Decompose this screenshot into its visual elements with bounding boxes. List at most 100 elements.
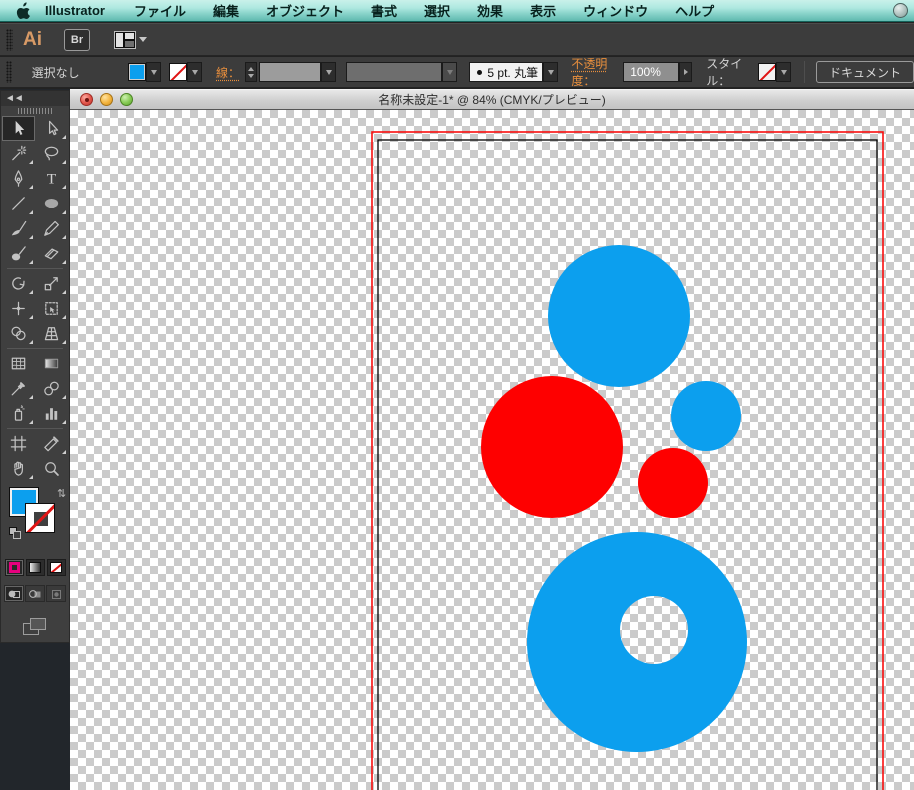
- menu-item-effect[interactable]: 効果: [477, 1, 503, 20]
- tool-paintbrush[interactable]: [2, 216, 35, 241]
- chevron-down-icon: [548, 70, 554, 75]
- tool-zoom[interactable]: [35, 456, 68, 481]
- draw-normal-icon: [7, 588, 21, 600]
- graphic-style-swatch[interactable]: [758, 63, 776, 81]
- tool-free-transform[interactable]: [35, 296, 68, 321]
- tool-shape-builder[interactable]: [2, 321, 35, 346]
- close-button[interactable]: [80, 93, 93, 106]
- menu-item-help[interactable]: ヘルプ: [675, 1, 714, 20]
- tool-width[interactable]: [2, 296, 35, 321]
- document-titlebar[interactable]: 名称未設定-1* @ 84% (CMYK/プレビュー): [70, 89, 914, 110]
- artwork-circle-2[interactable]: [671, 381, 741, 451]
- stroke-panel-link[interactable]: 線：: [216, 64, 240, 81]
- tool-eyedropper[interactable]: [2, 376, 35, 401]
- brush-definition-combo: 5 pt. 丸筆: [469, 62, 558, 82]
- tool-column-graph[interactable]: [35, 401, 68, 426]
- free-transform-icon: [42, 299, 61, 318]
- tool-type[interactable]: T: [35, 166, 68, 191]
- tool-artboard[interactable]: [2, 431, 35, 456]
- opacity-panel-link[interactable]: 不透明度：: [571, 57, 619, 88]
- document-setup-button[interactable]: ドキュメント: [816, 61, 914, 83]
- menu-item-select[interactable]: 選択: [424, 1, 450, 20]
- default-fill-stroke-icon[interactable]: [9, 527, 22, 540]
- tool-slice[interactable]: [35, 431, 68, 456]
- tool-mesh[interactable]: [2, 351, 35, 376]
- menu-item-view[interactable]: 表示: [530, 1, 556, 20]
- draw-normal-button[interactable]: [4, 585, 24, 602]
- flyout-indicator-icon: [62, 395, 66, 399]
- stroke-weight-dropdown-button[interactable]: [321, 62, 336, 82]
- creative-cloud-icon[interactable]: [893, 3, 908, 18]
- menu-item-file[interactable]: ファイル: [134, 1, 186, 20]
- brush-definition-field[interactable]: 5 pt. 丸筆: [469, 62, 543, 82]
- variable-width-profile-dropdown-button[interactable]: [442, 62, 457, 82]
- menu-item-object[interactable]: オブジェクト: [266, 1, 344, 20]
- shape-builder-icon: [9, 324, 28, 343]
- draw-inside-icon: [49, 588, 63, 600]
- stroke-weight-field[interactable]: [259, 62, 321, 82]
- opacity-field[interactable]: 100%: [623, 62, 679, 82]
- tool-blob-brush[interactable]: [2, 241, 35, 266]
- eyedropper-icon: [9, 379, 28, 398]
- tools-panel-grip[interactable]: [1, 106, 69, 116]
- tools-group-separator: [7, 268, 63, 269]
- gradient-button[interactable]: [26, 559, 45, 576]
- arrange-documents-button[interactable]: [114, 31, 147, 49]
- draw-behind-button[interactable]: [25, 585, 45, 602]
- opacity-dropdown-button[interactable]: [679, 62, 692, 82]
- minimize-button[interactable]: [100, 93, 113, 106]
- swap-fill-stroke-icon[interactable]: ⇅: [57, 487, 66, 500]
- tool-eraser[interactable]: [35, 241, 68, 266]
- app-bar-grip[interactable]: [6, 29, 13, 51]
- artwork-circle-3[interactable]: [638, 448, 708, 518]
- tool-ellipse[interactable]: [35, 191, 68, 216]
- variable-width-profile-field[interactable]: [346, 62, 442, 82]
- traffic-lights: [80, 90, 133, 109]
- apple-menu[interactable]: [16, 2, 31, 19]
- tool-perspective-grid[interactable]: [35, 321, 68, 346]
- tool-selection[interactable]: [2, 116, 35, 141]
- artwork-circle-1[interactable]: [481, 376, 623, 518]
- line-segment-icon: [9, 194, 28, 213]
- tool-line-segment[interactable]: [2, 191, 35, 216]
- brush-definition-dropdown-button[interactable]: [543, 62, 558, 82]
- tool-pen[interactable]: [2, 166, 35, 191]
- control-bar-grip[interactable]: [6, 61, 12, 83]
- tools-panel-collapse-button[interactable]: ◄◄: [1, 91, 69, 106]
- tool-scale[interactable]: [35, 271, 68, 296]
- stroke-none-swatch[interactable]: [169, 63, 187, 81]
- zoom-button[interactable]: [120, 93, 133, 106]
- blob-brush-icon: [9, 244, 28, 263]
- color-button[interactable]: [5, 559, 24, 576]
- artwork-donut-4[interactable]: [527, 532, 747, 752]
- tool-blend[interactable]: [35, 376, 68, 401]
- stroke-swatch[interactable]: [25, 503, 55, 533]
- fill-color-dropdown-button[interactable]: [146, 62, 161, 82]
- flyout-indicator-icon: [29, 420, 33, 424]
- go-to-bridge-button[interactable]: Br: [64, 29, 90, 51]
- tool-hand[interactable]: [2, 456, 35, 481]
- tool-symbol-sprayer[interactable]: [2, 401, 35, 426]
- graphic-style-dropdown-button[interactable]: [776, 62, 791, 82]
- stroke-color-dropdown-button[interactable]: [187, 62, 202, 82]
- screen-mode-button[interactable]: [1, 618, 69, 636]
- menu-item-edit[interactable]: 編集: [213, 1, 239, 20]
- brush-definition-value: 5 pt. 丸筆: [487, 64, 538, 81]
- tool-direct-selection[interactable]: [35, 116, 68, 141]
- draw-inside-button[interactable]: [46, 585, 66, 602]
- menu-item-type[interactable]: 書式: [371, 1, 397, 20]
- tool-pencil[interactable]: [35, 216, 68, 241]
- tool-lasso[interactable]: [35, 141, 68, 166]
- tool-gradient[interactable]: [35, 351, 68, 376]
- artwork-circle-0[interactable]: [548, 245, 690, 387]
- fill-color-swatch[interactable]: [128, 63, 146, 81]
- menu-item-illustrator[interactable]: Illustrator: [45, 3, 105, 18]
- none-button[interactable]: [47, 559, 66, 576]
- macos-menu-bar: Illustrator ファイル 編集 オブジェクト 書式 選択 効果 表示 ウィンドウ ヘルプ: [0, 0, 914, 22]
- stroke-weight-stepper[interactable]: [245, 62, 257, 82]
- tool-rotate[interactable]: [2, 271, 35, 296]
- canvas[interactable]: [70, 110, 914, 790]
- menu-item-window[interactable]: ウィンドウ: [583, 1, 648, 20]
- variable-width-profile-combo: [346, 62, 457, 82]
- tool-magic-wand[interactable]: [2, 141, 35, 166]
